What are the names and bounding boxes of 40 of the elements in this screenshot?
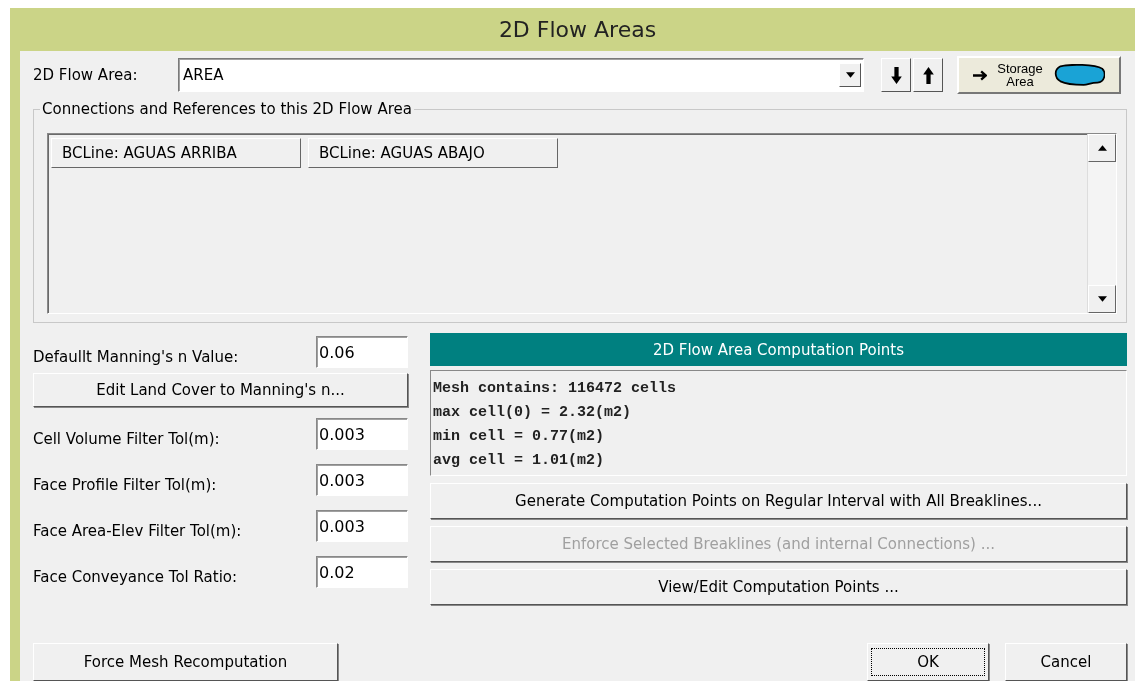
scroll-down-button[interactable] <box>1088 285 1116 313</box>
caret-icon <box>845 72 855 78</box>
storage-area-icon <box>1053 64 1105 86</box>
edit-land-cover-button[interactable]: Edit Land Cover to Manning's n... <box>33 373 408 407</box>
flow-area-dropdown[interactable]: AREA <box>178 58 864 92</box>
action-button[interactable]: View/Edit Computation Points ... <box>430 569 1127 605</box>
value-field[interactable]: 0.02 <box>316 556 408 588</box>
cancel-button[interactable]: Cancel <box>1005 643 1127 681</box>
connection-button[interactable]: BCLine: AGUAS ABAJO <box>308 138 558 168</box>
up-arrow-icon <box>922 66 934 84</box>
value-field[interactable]: 0.003 <box>316 464 408 496</box>
field-label: Face Area-Elev Filter Tol(m): <box>33 521 242 540</box>
value-field[interactable]: 0.06 <box>316 336 408 368</box>
ok-button[interactable]: OK <box>867 643 989 681</box>
panel-header: 2D Flow Area Computation Points <box>430 333 1127 366</box>
info-line: avg cell = 1.01(m2) <box>433 451 606 471</box>
connection-button[interactable]: BCLine: AGUAS ARRIBA <box>51 138 301 168</box>
dropdown-button[interactable] <box>839 63 861 87</box>
force-recomputation-button[interactable]: Force Mesh Recomputation <box>33 643 338 681</box>
scroll-up-button[interactable] <box>1088 134 1116 162</box>
caret-icon <box>1097 296 1107 302</box>
field-label: 2D Flow Area: <box>33 66 139 84</box>
value-field[interactable]: 0.003 <box>316 418 408 450</box>
field-label: Defaullt Manning's n Value: <box>33 347 239 366</box>
action-button[interactable]: Generate Computation Points on Regular Interval with All Breaklines... <box>430 483 1127 519</box>
field-label: Face Conveyance Tol Ratio: <box>33 567 238 586</box>
storage-area-button[interactable]: Storage Area <box>957 56 1121 94</box>
move-down-button[interactable] <box>881 58 911 92</box>
value-field[interactable]: 0.003 <box>316 510 408 542</box>
window-title: 2D Flow Areas <box>498 17 657 42</box>
up-caret-icon <box>1097 145 1107 151</box>
right-arrow-icon <box>973 69 987 81</box>
field-label: Cell Volume Filter Tol(m): <box>33 429 220 448</box>
info-line: Mesh contains: 116472 cells <box>433 379 678 399</box>
move-up-button[interactable] <box>913 58 943 92</box>
info-line: min cell = 0.77(m2) <box>433 427 606 447</box>
down-arrow-icon <box>890 66 902 84</box>
info-line: max cell(0) = 2.32(m2) <box>433 403 633 423</box>
field-label: Face Profile Filter Tol(m): <box>33 475 217 494</box>
scrollbar[interactable] <box>1087 134 1116 313</box>
